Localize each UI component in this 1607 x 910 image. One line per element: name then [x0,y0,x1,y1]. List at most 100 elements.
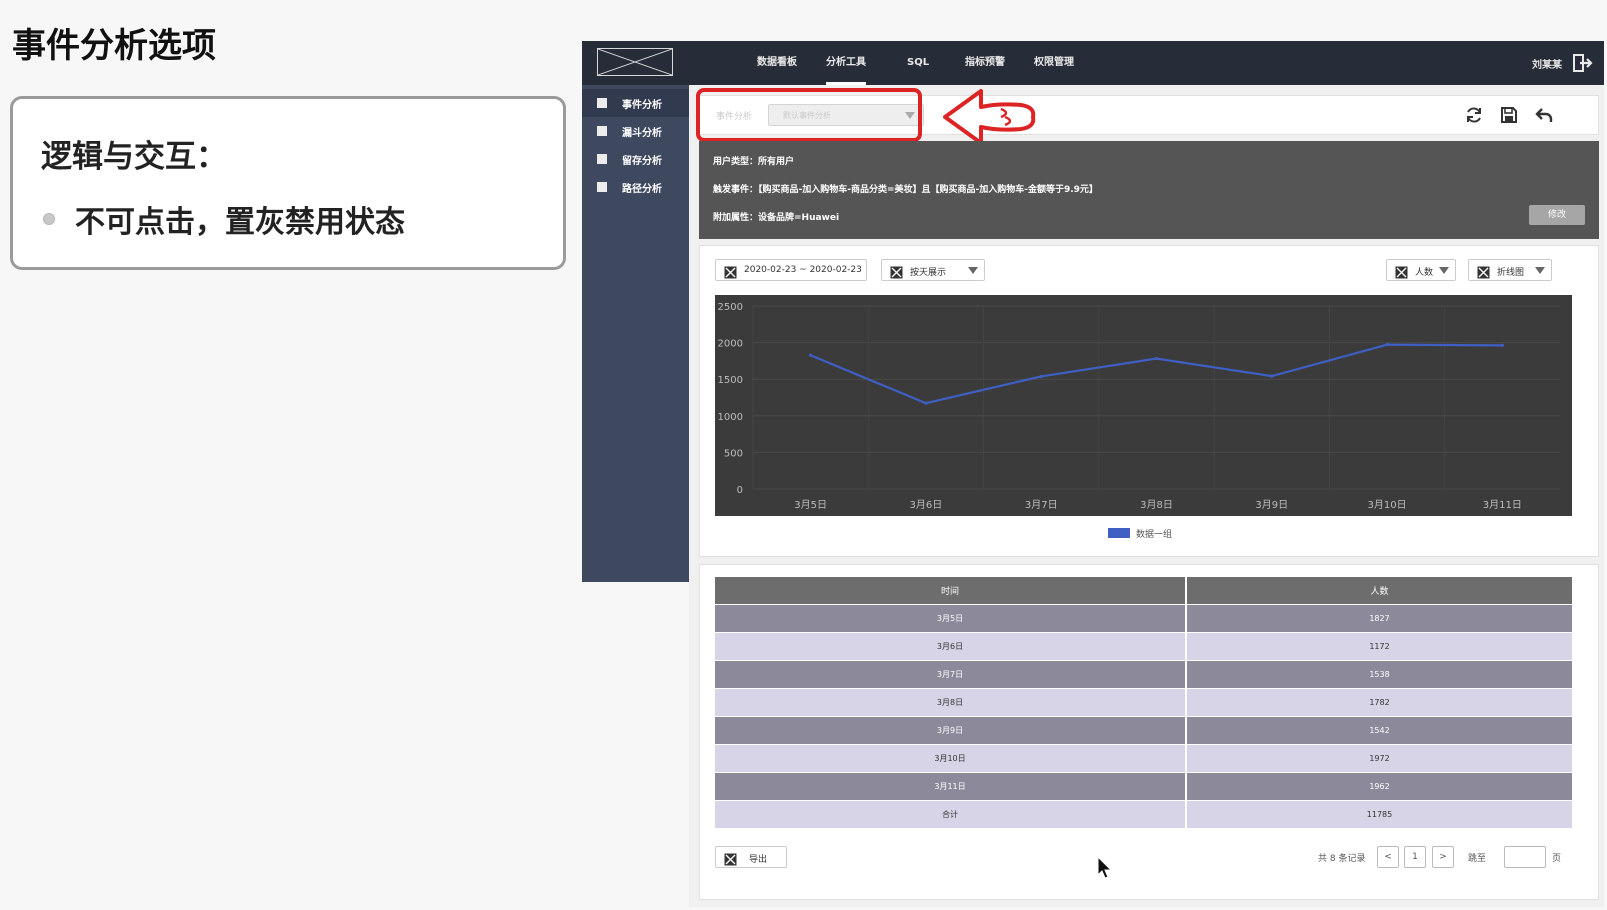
table-row: 3月9日 1542 [715,716,1572,745]
table-cell-time: 3月5日 [715,604,1188,633]
save-icon[interactable] [1499,105,1519,125]
sidebar-item-retention-analysis[interactable]: 留存分析 [582,145,689,173]
y-tick-label: 1500 [718,375,743,386]
table-cell-count: 1972 [1186,744,1572,773]
data-table-panel: 时间 人数 3月5日 1827 3月6日 1172 3月7日 1538 3月8日 178… [699,564,1599,900]
x-tick-label: 3月10日 [1368,499,1407,511]
refresh-icon[interactable] [1464,105,1484,125]
table-cell-count: 1827 [1186,604,1572,633]
table-row: 3月7日 1538 [715,660,1572,689]
analysis-summary-panel: 用户类型：所有用户 触发事件：【购买商品-加入购物车-商品分类=美妆】且【购买商… [699,141,1599,239]
sidebar-item-label: 路径分析 [622,184,662,195]
page-unit-label: 页 [1552,854,1562,864]
data-point [1154,356,1159,361]
table-cell-time: 3月10日 [715,744,1188,773]
data-point [809,353,813,357]
export-label: 导出 [749,855,768,865]
y-tick-label: 1000 [718,412,743,423]
table-row: 3月8日 1782 [715,688,1572,717]
sidebar-item-path-analysis[interactable]: 路径分析 [582,173,689,201]
user-name[interactable]: 刘某某 [1532,56,1562,71]
sidebar-item-label: 事件分析 [622,100,662,111]
sidebar-item-funnel-analysis[interactable]: 漏斗分析 [582,117,689,145]
data-point [1039,374,1043,379]
goto-page-input[interactable] [1504,846,1546,868]
table-header-count[interactable]: 人数 [1186,577,1572,605]
metric-select[interactable]: 人数 [1386,259,1456,281]
table-cell-time: 3月9日 [715,716,1188,745]
granularity-icon [890,264,903,279]
table-cell-time: 3月7日 [715,660,1188,689]
mouse-cursor-icon [1097,855,1113,880]
calendar-icon [724,264,737,279]
chart-panel: 2020-02-23 ~ 2020-02-23 按天展示 人数 折线图 0 500… [699,245,1599,557]
table-cell-count: 1542 [1186,716,1572,745]
table-row: 3月10日 1972 [715,744,1572,773]
annotation-arrow-icon [939,85,1039,149]
undo-icon[interactable] [1534,105,1554,125]
date-range-picker[interactable]: 2020-02-23 ~ 2020-02-23 [715,259,867,281]
checkbox-icon [597,182,607,192]
note-box: 逻辑与交互： 不可点击，置灰禁用状态 [10,96,566,270]
x-tick-label: 3月5日 [794,499,827,511]
page-number-button[interactable]: 1 [1404,846,1426,868]
main-content: 事件分析 默认事件分析 用户类型：所有用户 触发事件：【购买商品-加入购物车-商… [689,85,1604,907]
logout-icon[interactable] [1572,52,1594,74]
next-page-button[interactable]: > [1432,846,1454,868]
line-chart: 0 500 1000 1500 2000 2500 3月5日 3月6日 3月7日 3月8日 3月9日… [715,295,1572,516]
table-cell-count: 1172 [1186,632,1572,661]
nav-item-sql[interactable]: SQL [907,41,929,85]
export-icon [724,851,737,866]
checkbox-icon [597,154,607,164]
granularity-select[interactable]: 按天展示 [881,259,985,281]
table-header-time[interactable]: 时间 [715,577,1188,605]
trigger-event-text: 触发事件：【购买商品-加入购物车-商品分类=美妆】且【购买商品-加入购物车-金额… [713,185,1098,195]
table-cell-total-value: 11785 [1186,800,1572,829]
goto-label: 跳至 [1468,854,1487,864]
x-tick-label: 3月7日 [1025,499,1058,511]
legend-swatch [1108,528,1130,538]
date-range-value: 2020-02-23 ~ 2020-02-23 [744,265,862,275]
table-header-row: 时间 人数 [715,577,1572,605]
nav-item-analysis-tools[interactable]: 分析工具 [826,41,866,85]
dropdown-arrow-icon [1535,267,1545,274]
top-navbar: 数据看板 分析工具 SQL 指标预警 权限管理 刘某某 [582,41,1604,85]
metric-icon [1395,264,1408,279]
table-cell-time: 3月11日 [715,772,1188,801]
edit-button[interactable]: 修改 [1529,205,1585,225]
data-point [1270,374,1274,378]
user-type-text: 用户类型：所有用户 [713,157,795,167]
checkbox-icon [597,98,607,108]
table-cell-total-label: 合计 [715,800,1188,829]
bullet-dot-icon [43,213,55,225]
sidebar-item-event-analysis[interactable]: 事件分析 [582,89,689,117]
extra-attribute-text: 附加属性：设备品牌=Huawei [713,213,840,223]
nav-item-metric-alerts[interactable]: 指标预警 [965,41,1005,85]
metric-value: 人数 [1415,268,1434,278]
checkbox-icon [597,126,607,136]
line-chart-svg: 0 500 1000 1500 2000 2500 3月5日 3月6日 3月7日 3月8日 3月9日… [718,302,1560,511]
table-cell-time: 3月6日 [715,632,1188,661]
table-cell-time: 3月8日 [715,688,1188,717]
sidebar: 事件分析 漏斗分析 留存分析 路径分析 [582,85,689,582]
table-cell-count: 1962 [1186,772,1572,801]
nav-item-dashboard[interactable]: 数据看板 [757,41,797,85]
note-heading: 逻辑与交互： [41,139,227,175]
export-button[interactable]: 导出 [715,846,787,868]
granularity-value: 按天展示 [910,268,947,278]
x-tick-label: 3月6日 [910,499,943,511]
series-line [810,343,1503,405]
table-row: 3月6日 1172 [715,632,1572,661]
chart-type-select[interactable]: 折线图 [1468,259,1552,281]
sidebar-item-label: 漏斗分析 [622,128,662,139]
nav-item-permissions[interactable]: 权限管理 [1034,41,1074,85]
y-tick-label: 2000 [718,339,743,350]
dropdown-arrow-icon [968,267,978,274]
y-tick-label: 500 [724,448,743,459]
dropdown-arrow-icon [1439,267,1449,274]
chart-type-icon [1477,264,1490,279]
sidebar-item-label: 留存分析 [622,156,662,167]
table-row: 3月11日 1962 [715,772,1572,801]
prev-page-button[interactable]: < [1377,846,1399,868]
app-window: 数据看板 分析工具 SQL 指标预警 权限管理 刘某某 事件分析 漏斗分析 留存… [582,41,1604,907]
